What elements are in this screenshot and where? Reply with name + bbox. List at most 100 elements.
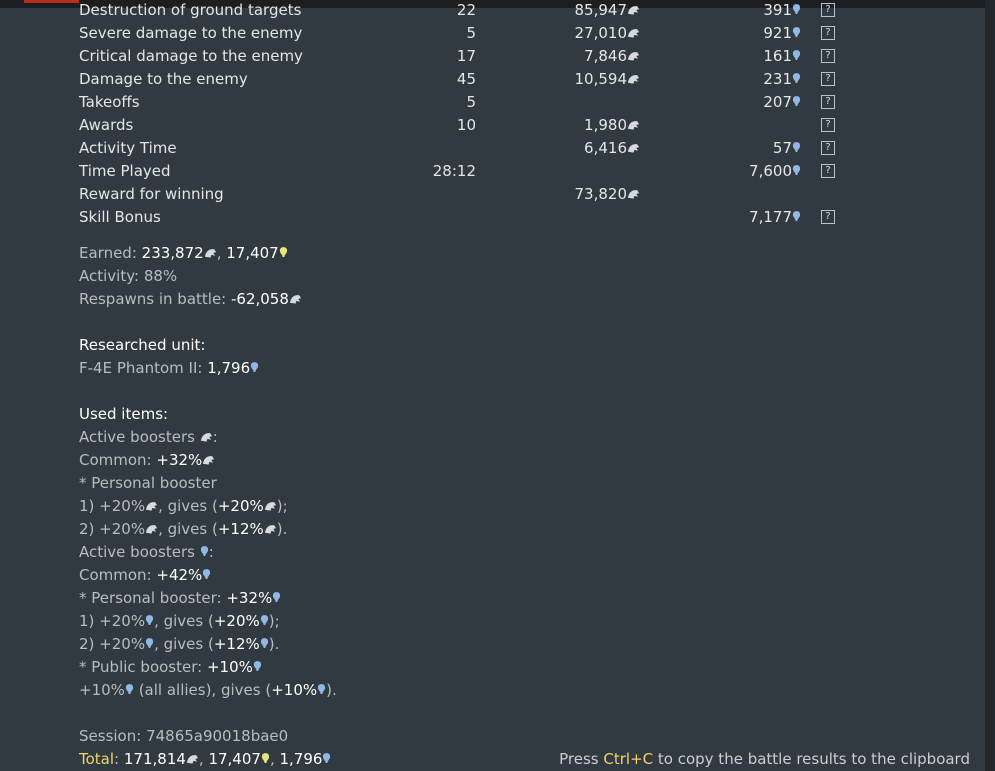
battle-results-panel: Destruction of ground targets 22 85,947 391… xyxy=(0,1,985,771)
copy-hint-key: Ctrl+C xyxy=(603,750,654,768)
copy-hint-press: Press xyxy=(559,750,604,768)
row-label: Time Played xyxy=(79,162,171,180)
research-points-icon xyxy=(203,569,211,579)
researched-unit-rp: 1,796 xyxy=(207,359,251,377)
row-label: Reward for winning xyxy=(79,185,224,203)
help-icon[interactable]: ? xyxy=(821,164,835,178)
active-boosters-rp-label: Active boosters xyxy=(79,543,200,561)
research-points-icon xyxy=(145,615,154,625)
total-rp-value: 17,407 xyxy=(208,750,261,768)
rp-booster-1-value: +20% xyxy=(213,612,260,630)
silver-lions-icon xyxy=(289,295,301,304)
silver-lions-icon xyxy=(627,75,640,84)
research-points-icon xyxy=(260,615,268,625)
row-count: 5 xyxy=(466,24,476,42)
row-count: 5 xyxy=(466,93,476,111)
public-booster-allies-text: (all allies), gives ( xyxy=(133,681,272,699)
row-silver-lions: 85,947 xyxy=(529,0,640,22)
row-sl-value: 6,416 xyxy=(584,139,627,157)
row-rp-value: 161 xyxy=(763,47,792,65)
row-research-points: 231 xyxy=(679,68,801,91)
row-silver-lions: 73,820 xyxy=(529,183,640,206)
row-silver-lions: 27,010 xyxy=(529,22,640,45)
rp-booster-1: 1) +20%, gives (+20%); xyxy=(79,612,280,630)
rp-booster-2-gives: , gives ( xyxy=(154,635,214,653)
row-sl-value: 85,947 xyxy=(574,1,628,19)
public-booster-label: * Public booster: xyxy=(79,658,207,676)
active-boosters-rp: Active boosters : xyxy=(79,543,214,561)
help-icon[interactable]: ? xyxy=(821,3,835,17)
help-icon[interactable]: ? xyxy=(821,95,835,109)
sl-booster-2-value: +12% xyxy=(217,520,264,538)
copy-hint: Press Ctrl+C to copy the battle results … xyxy=(559,748,970,771)
row-rp-value: 7,177 xyxy=(749,208,792,226)
help-icon[interactable]: ? xyxy=(821,72,835,86)
research-points-icon xyxy=(251,362,259,372)
help-icon[interactable]: ? xyxy=(821,26,835,40)
row-research-points: 7,177 xyxy=(679,206,801,229)
public-booster-prefix: +10% xyxy=(79,681,125,699)
silver-lions-icon xyxy=(200,433,212,442)
common-sl-line: Common: +32% xyxy=(79,449,215,472)
common-sl-value: +32% xyxy=(156,451,203,469)
row-research-points: 7,600 xyxy=(679,160,801,183)
session-label: Session: xyxy=(79,727,147,745)
research-points-icon xyxy=(792,4,801,14)
researched-heading: Researched unit: xyxy=(79,336,206,354)
common-rp-line: Common: +42% xyxy=(79,564,211,587)
sl-booster-2-gives: , gives ( xyxy=(158,520,218,538)
total-research-rp-value: 1,796 xyxy=(279,750,323,768)
research-points-icon xyxy=(273,592,281,602)
silver-lions-icon xyxy=(264,502,276,511)
active-boosters-sl: Active boosters : xyxy=(79,428,218,446)
public-booster-gives-value: +10% xyxy=(271,681,318,699)
row-rp-value: 207 xyxy=(763,93,792,111)
research-points-icon xyxy=(792,165,801,175)
row-label: Critical damage to the enemy xyxy=(79,47,303,65)
silver-lions-icon xyxy=(203,456,215,465)
sl-booster-2: 2) +20%, gives (+12%). xyxy=(79,520,288,538)
earned-line: Earned: 233,872, 17,407 xyxy=(79,242,288,265)
row-silver-lions: 10,594 xyxy=(529,68,640,91)
row-silver-lions: 7,846 xyxy=(529,45,640,68)
row-rp-value: 391 xyxy=(763,1,792,19)
row-rp-value: 231 xyxy=(763,70,792,88)
row-count: 17 xyxy=(456,47,476,65)
row-count: 28:12 xyxy=(432,162,476,180)
row-research-points: 391 xyxy=(679,0,801,22)
row-rp-value: 7,600 xyxy=(749,162,792,180)
earned-label: Earned: xyxy=(79,244,142,262)
active-boosters-sl-label: Active boosters xyxy=(79,428,200,446)
rp-booster-1-prefix: 1) +20% xyxy=(79,612,146,630)
sl-booster-2-prefix: 2) +20% xyxy=(79,520,146,538)
row-silver-lions: 1,980 xyxy=(529,114,640,137)
help-icon[interactable]: ? xyxy=(821,49,835,63)
personal-sl-label: * Personal booster xyxy=(79,474,217,492)
help-icon[interactable]: ? xyxy=(821,210,835,224)
rp-booster-2-value: +12% xyxy=(213,635,260,653)
help-icon[interactable]: ? xyxy=(821,118,835,132)
total-line: Total: 171,814, 17,407, 1,796 xyxy=(79,748,331,771)
researched-unit-line: F-4E Phantom II: 1,796 xyxy=(79,357,259,380)
session-line: Session: 74865a90018bae0 xyxy=(79,725,288,748)
research-points-icon xyxy=(260,638,268,648)
total-label: Total xyxy=(79,750,115,768)
help-icon[interactable]: ? xyxy=(821,141,835,155)
total-separator: : xyxy=(114,750,124,768)
silver-lions-icon xyxy=(627,29,640,38)
row-rp-value: 921 xyxy=(763,24,792,42)
personal-rp-line: * Personal booster: +32% xyxy=(79,587,281,610)
rp-booster-1-gives: , gives ( xyxy=(154,612,214,630)
session-id[interactable]: 74865a90018bae0 xyxy=(146,727,288,745)
silver-lions-icon xyxy=(627,6,640,15)
rp-booster-2-prefix: 2) +20% xyxy=(79,635,146,653)
row-silver-lions: 6,416 xyxy=(529,137,640,160)
silver-lions-icon xyxy=(204,249,216,258)
row-label: Takeoffs xyxy=(79,93,140,111)
activity-label: Activity: xyxy=(79,267,144,285)
silver-lions-icon xyxy=(627,190,640,199)
researched-unit-label: F-4E Phantom II: xyxy=(79,359,208,377)
research-points-icon xyxy=(125,684,134,694)
personal-rp-label: * Personal booster: xyxy=(79,589,227,607)
row-research-points: 161 xyxy=(679,45,801,68)
